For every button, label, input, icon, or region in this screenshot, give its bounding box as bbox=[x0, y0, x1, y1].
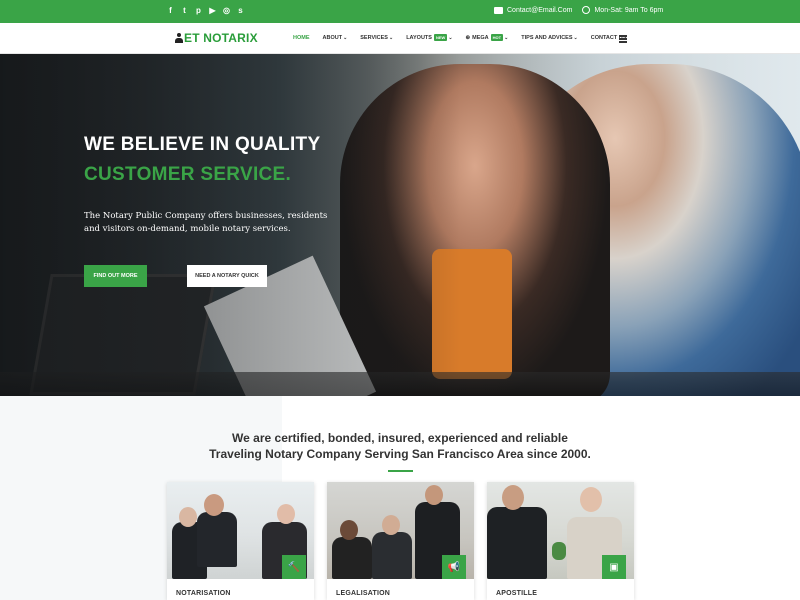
notary-person-icon bbox=[175, 33, 183, 43]
skype-icon[interactable]: s bbox=[236, 6, 245, 15]
find-out-more-button[interactable]: FIND OUT MORE bbox=[84, 265, 147, 287]
heading-divider bbox=[388, 470, 413, 472]
contact-info: Contact@Email.Com Mon-Sat: 9am To 6pm bbox=[494, 6, 663, 14]
chevron-down-icon: ⌄ bbox=[573, 34, 578, 41]
main-navigation: ET NOTARIX HOME ABOUT ⌄ SERVICES ⌄ LAYOUTS… bbox=[0, 23, 800, 54]
new-badge: NEW bbox=[433, 34, 448, 41]
nav-label-layouts: LAYOUTS bbox=[406, 34, 432, 41]
service-card-legalisation[interactable]: 📢 LEGALISATION bbox=[327, 482, 474, 600]
chevron-down-icon: ⌄ bbox=[504, 34, 509, 41]
service-card-notarisation[interactable]: 🔨 NOTARISATION bbox=[167, 482, 314, 600]
gavel-icon: 🔨 bbox=[282, 555, 306, 579]
nav-item-layouts[interactable]: LAYOUTS NEW ⌄ bbox=[406, 34, 453, 41]
hot-badge: HOT bbox=[490, 34, 504, 41]
hero-title: WE BELIEVE IN QUALITY bbox=[84, 134, 321, 155]
globe-icon: ⊕ bbox=[465, 34, 471, 41]
top-bar: f t p ▶ ◎ s Contact@Email.Com Mon-Sat: 9… bbox=[0, 0, 800, 23]
nav-item-mega[interactable]: ⊕ MEGA HOT ⌄ bbox=[465, 34, 509, 41]
logo-text: ET NOTARIX bbox=[184, 31, 258, 45]
opening-hours: Mon-Sat: 9am To 6pm bbox=[594, 6, 664, 14]
nav-label-services: SERVICES bbox=[360, 34, 388, 41]
service-card-apostille[interactable]: ▣ APOSTILLE bbox=[487, 482, 634, 600]
instagram-icon[interactable]: ◎ bbox=[222, 6, 231, 15]
envelope-icon bbox=[494, 6, 503, 14]
nav-menu: HOME ABOUT ⌄ SERVICES ⌄ LAYOUTS NEW ⌄ ⊕ MEGA H… bbox=[293, 34, 639, 41]
hamburger-icon[interactable] bbox=[619, 35, 627, 44]
need-a-notary-button[interactable]: NEED A NOTARY QUICK bbox=[187, 265, 267, 287]
nav-item-tips[interactable]: TIPS AND ADVICES ⌄ bbox=[521, 35, 577, 41]
nav-label-about: ABOUT bbox=[322, 34, 343, 41]
nav-label-tips: TIPS AND ADVICES bbox=[521, 34, 573, 41]
facebook-icon[interactable]: f bbox=[166, 6, 175, 15]
megaphone-icon: 📢 bbox=[442, 555, 466, 579]
youtube-icon[interactable]: ▶ bbox=[208, 6, 217, 15]
chevron-down-icon: ⌄ bbox=[343, 34, 348, 41]
card-label: LEGALISATION bbox=[336, 590, 390, 597]
card-label: APOSTILLE bbox=[496, 590, 538, 597]
intro-line-1: We are certified, bonded, insured, exper… bbox=[232, 431, 568, 445]
nav-label-home: HOME bbox=[293, 34, 310, 41]
clock-icon bbox=[582, 6, 591, 14]
intro-heading: We are certified, bonded, insured, exper… bbox=[200, 430, 600, 462]
archive-icon: ▣ bbox=[602, 555, 626, 579]
nav-item-about[interactable]: ABOUT ⌄ bbox=[323, 35, 348, 41]
chevron-down-icon: ⌄ bbox=[448, 34, 453, 41]
hero-subtitle: CUSTOMER SERVICE. bbox=[84, 164, 292, 185]
nav-item-services[interactable]: SERVICES ⌄ bbox=[360, 35, 393, 41]
site-logo[interactable]: ET NOTARIX bbox=[175, 31, 258, 45]
nav-item-home[interactable]: HOME bbox=[293, 35, 310, 41]
nav-label-mega: MEGA bbox=[472, 34, 489, 41]
hero-description: The Notary Public Company offers busines… bbox=[84, 211, 328, 234]
intro-line-2: Traveling Notary Company Serving San Fra… bbox=[209, 447, 591, 461]
chevron-down-icon: ⌄ bbox=[388, 34, 394, 41]
card-label: NOTARISATION bbox=[176, 590, 231, 597]
contact-email[interactable]: Contact@Email.Com bbox=[507, 7, 572, 14]
pinterest-icon[interactable]: p bbox=[194, 6, 203, 15]
twitter-icon[interactable]: t bbox=[180, 6, 189, 15]
social-links: f t p ▶ ◎ s bbox=[166, 6, 245, 15]
